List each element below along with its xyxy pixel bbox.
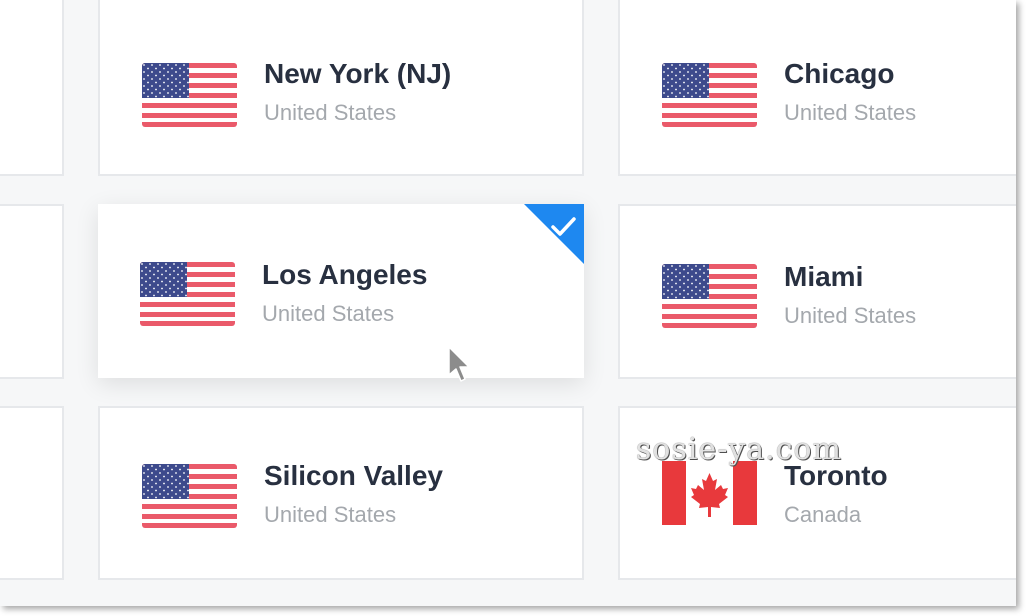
city-name: New York (NJ) — [264, 58, 452, 89]
country-name: United States — [264, 502, 397, 527]
us-flag-icon — [662, 63, 757, 127]
location-card-new-york[interactable]: New York (NJ) United States — [98, 0, 584, 176]
country-name: United States — [264, 100, 397, 125]
country-name: United States — [784, 303, 917, 328]
location-picker: New York (NJ) United States Chicago Unit… — [0, 0, 1016, 606]
canada-flag-icon — [662, 461, 757, 525]
us-flag-icon — [142, 63, 237, 127]
country-name: United States — [262, 301, 395, 326]
city-name: Chicago — [784, 58, 895, 89]
us-flag-icon — [140, 262, 235, 326]
location-card-partial[interactable] — [0, 204, 64, 379]
checkmark-icon — [524, 204, 584, 264]
city-name: Silicon Valley — [264, 460, 443, 491]
watermark: sosie-ya.com — [636, 432, 843, 467]
location-card-silicon-valley[interactable]: Silicon Valley United States — [98, 406, 584, 580]
mouse-cursor-icon — [448, 346, 470, 382]
location-card-chicago[interactable]: Chicago United States — [618, 0, 1016, 176]
location-card-los-angeles[interactable]: Los Angeles United States — [98, 204, 584, 378]
location-card-partial[interactable] — [0, 0, 64, 176]
location-card-miami[interactable]: Miami United States — [618, 204, 1016, 379]
country-name: United States — [784, 100, 917, 125]
city-name: Los Angeles — [262, 259, 428, 290]
us-flag-icon — [662, 264, 757, 328]
us-flag-icon — [142, 464, 237, 528]
city-name: Miami — [784, 261, 864, 292]
location-card-partial[interactable] — [0, 406, 64, 580]
country-name: Canada — [784, 502, 862, 527]
